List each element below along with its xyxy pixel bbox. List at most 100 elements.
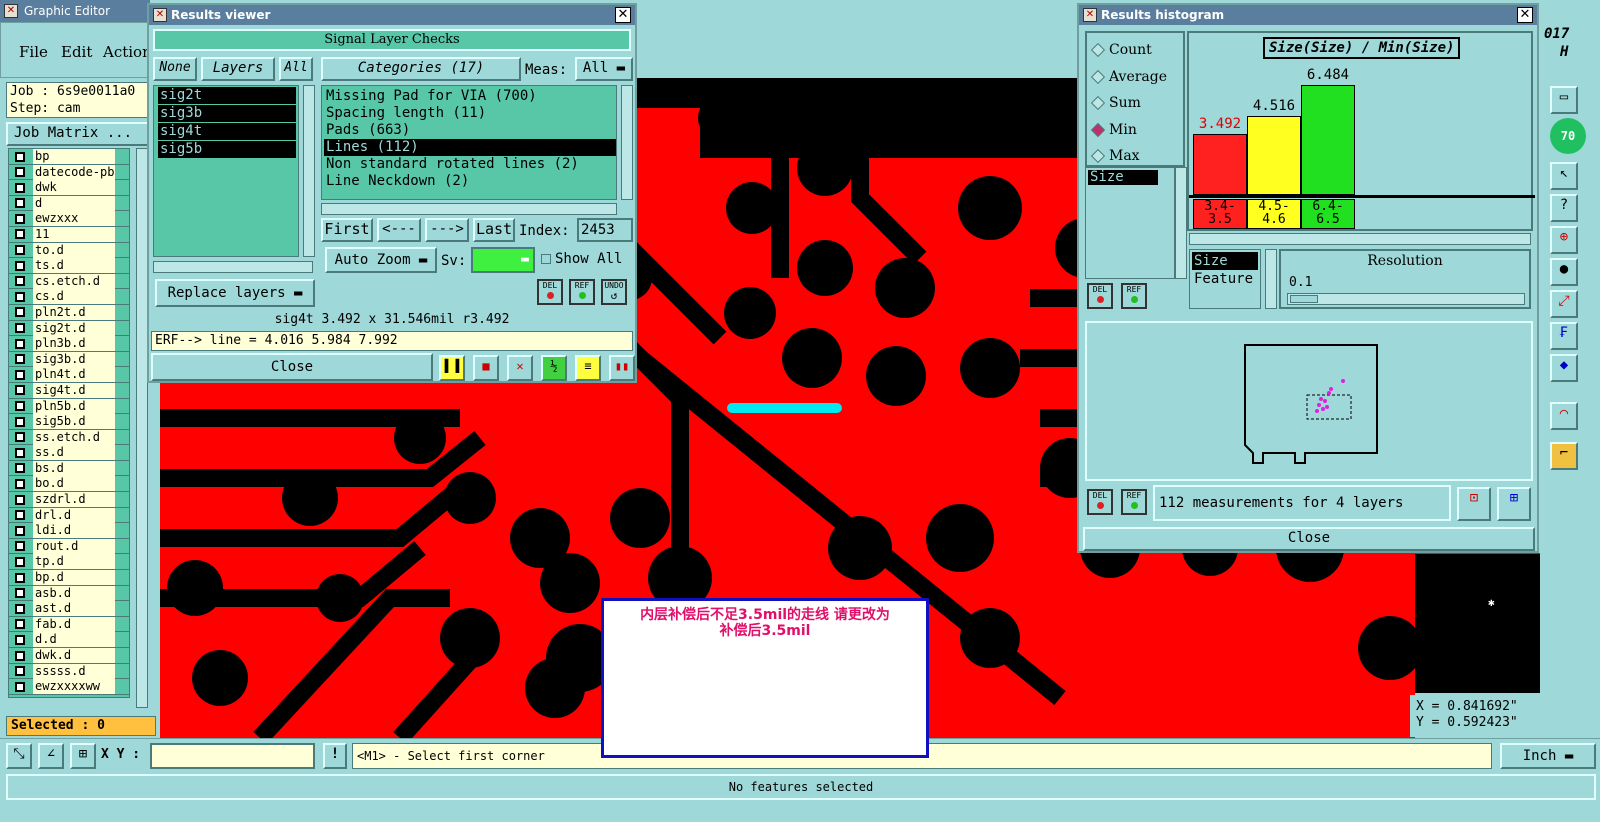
zoom-box-icon[interactable]: ⤡ xyxy=(6,743,32,769)
layer-checkbox[interactable] xyxy=(15,510,25,521)
layer-row[interactable]: ss.d xyxy=(9,445,129,461)
layer-checkbox[interactable] xyxy=(15,588,25,599)
categories-button[interactable]: Categories (17) xyxy=(321,57,521,81)
rv-erf-icon[interactable]: ✕ xyxy=(507,355,533,381)
resolution-slider[interactable] xyxy=(1287,293,1525,305)
rv-ref-button[interactable]: REF xyxy=(569,279,595,305)
layer-row[interactable]: pln4t.d xyxy=(9,367,129,383)
layer-checkbox[interactable] xyxy=(15,229,25,240)
res-item[interactable]: Feature xyxy=(1192,270,1258,288)
layer-checkbox[interactable] xyxy=(15,681,25,692)
measure-icon[interactable]: ∠ xyxy=(38,743,64,769)
rv-layer-item[interactable]: sig2t xyxy=(158,87,296,104)
show-all-checkbox[interactable]: Show All xyxy=(541,251,622,267)
layer-row[interactable]: asb.d xyxy=(9,585,129,602)
chart-hscroll[interactable] xyxy=(1189,233,1531,245)
layer-row[interactable]: sig2t.d xyxy=(9,320,129,337)
toolbar-window-icon[interactable]: ▭ xyxy=(1550,86,1578,114)
auto-zoom-select[interactable]: Auto Zoom ▬ xyxy=(325,247,437,273)
toolbar-shapes-icon[interactable]: ◆ xyxy=(1550,354,1578,382)
toolbar-link-icon[interactable]: ⤢ xyxy=(1550,290,1578,318)
layer-checkbox[interactable] xyxy=(15,650,25,661)
layer-checkbox[interactable] xyxy=(15,603,25,614)
layer-row[interactable]: ldi.d xyxy=(9,523,129,539)
layer-checkbox[interactable] xyxy=(15,556,25,567)
layer-checkbox[interactable] xyxy=(15,401,25,411)
rv-layer-scrollbar[interactable] xyxy=(303,85,315,257)
rv-layer-list[interactable]: sig2t sig3b sig4t sig5b xyxy=(153,85,299,257)
radio-indicator[interactable] xyxy=(1090,148,1106,164)
layer-row[interactable]: szdrl.d xyxy=(9,492,129,508)
attr-list[interactable]: Size xyxy=(1085,167,1175,279)
rv-category-item[interactable]: Spacing length (11) xyxy=(324,105,616,122)
layer-checkbox[interactable] xyxy=(15,494,25,505)
layer-checkbox[interactable] xyxy=(15,572,25,583)
hist-zoom-icon[interactable]: ⊡ xyxy=(1457,487,1491,521)
units-select[interactable]: Inch ▬ xyxy=(1500,743,1596,769)
layer-checkbox[interactable] xyxy=(15,369,25,380)
layer-row[interactable]: dwk.d xyxy=(9,648,129,664)
layer-checkbox[interactable] xyxy=(15,385,25,396)
layer-row[interactable]: sig3b.d xyxy=(9,351,129,368)
layer-checkbox[interactable] xyxy=(15,463,25,474)
layer-row[interactable]: pln3b.d xyxy=(9,336,129,352)
layer-row[interactable]: cs.etch.d xyxy=(9,273,129,290)
layer-row[interactable]: sssss.d xyxy=(9,663,129,680)
layer-row[interactable]: rout.d xyxy=(9,538,129,555)
close-icon[interactable]: ✕ xyxy=(615,7,631,23)
grid-icon[interactable]: ⊞ xyxy=(70,743,96,769)
job-matrix-button[interactable]: Job Matrix ... xyxy=(6,122,154,146)
layer-checkbox[interactable] xyxy=(15,432,25,443)
rv-del-button[interactable]: DEL xyxy=(537,279,563,305)
rv-histogram-icon[interactable]: ▮▮ xyxy=(609,355,635,381)
rv-category-item[interactable]: Missing Pad for VIA (700) xyxy=(324,88,616,105)
layer-checkbox[interactable] xyxy=(15,634,25,645)
rv-layer-hscroll[interactable] xyxy=(153,261,313,273)
layer-row[interactable]: d xyxy=(9,195,129,212)
layer-row[interactable]: bp xyxy=(9,149,129,165)
radio-indicator[interactable] xyxy=(1090,42,1106,58)
last-button[interactable]: Last xyxy=(473,218,515,242)
layer-checkbox[interactable] xyxy=(15,151,25,162)
rv-category-item[interactable]: Pads (663) xyxy=(324,122,616,139)
rv-close-button[interactable]: Close xyxy=(151,353,433,381)
mode-radio[interactable]: Sum xyxy=(1087,90,1183,117)
rv-layer-item[interactable]: sig4t xyxy=(158,123,296,140)
rv-layer-item[interactable]: sig5b xyxy=(158,141,296,158)
histogram-bar[interactable] xyxy=(1301,85,1355,195)
layer-row[interactable]: pln2t.d xyxy=(9,304,129,321)
toolbar-circle-icon[interactable]: ● xyxy=(1550,258,1578,286)
index-input[interactable]: 2453 xyxy=(577,218,633,242)
xy-input[interactable] xyxy=(150,743,315,769)
rv-category-hscroll[interactable] xyxy=(321,203,617,215)
hist-del-button[interactable]: DEL xyxy=(1087,283,1113,309)
layer-row[interactable]: ts.d xyxy=(9,258,129,274)
res-scrollbar[interactable] xyxy=(1265,249,1277,309)
rv-undo-button[interactable]: UNDO ↺ xyxy=(601,279,627,305)
replace-layers-select[interactable]: Replace layers ▬ xyxy=(155,279,315,307)
hist-close-button[interactable]: Close xyxy=(1083,527,1535,551)
layer-row[interactable]: bo.d xyxy=(9,476,129,493)
rv-category-item[interactable]: Non standard rotated lines (2) xyxy=(324,156,616,173)
attr-scrollbar[interactable] xyxy=(1175,167,1187,279)
mode-radio[interactable]: Average xyxy=(1087,64,1183,91)
menu-edit[interactable]: Edit xyxy=(61,43,92,61)
layer-checkbox[interactable] xyxy=(15,338,25,349)
mode-radio[interactable]: Min xyxy=(1087,117,1183,144)
first-button[interactable]: First xyxy=(321,218,373,242)
layer-row[interactable]: ast.d xyxy=(9,601,129,617)
layer-row[interactable]: bp.d xyxy=(9,570,129,586)
layer-checkbox[interactable] xyxy=(15,260,25,271)
toolbar-route-icon[interactable]: ⌐ xyxy=(1550,442,1578,470)
layer-row[interactable]: 11 xyxy=(9,226,129,243)
mode-radio[interactable]: Max xyxy=(1087,143,1183,170)
layer-checkbox[interactable] xyxy=(15,276,25,287)
layer-row[interactable]: datecode-pb xyxy=(9,164,129,181)
layer-row[interactable]: ewzxxx xyxy=(9,211,129,227)
layer-checkbox[interactable] xyxy=(15,666,25,677)
rv-chart-icon[interactable]: ▌▐ xyxy=(439,355,465,381)
rv-category-item[interactable]: Lines (112) xyxy=(324,139,616,156)
rv-stop-icon[interactable]: ■ xyxy=(473,355,499,381)
res-list[interactable]: Size Feature xyxy=(1189,249,1261,309)
show-all-box[interactable] xyxy=(541,254,551,264)
